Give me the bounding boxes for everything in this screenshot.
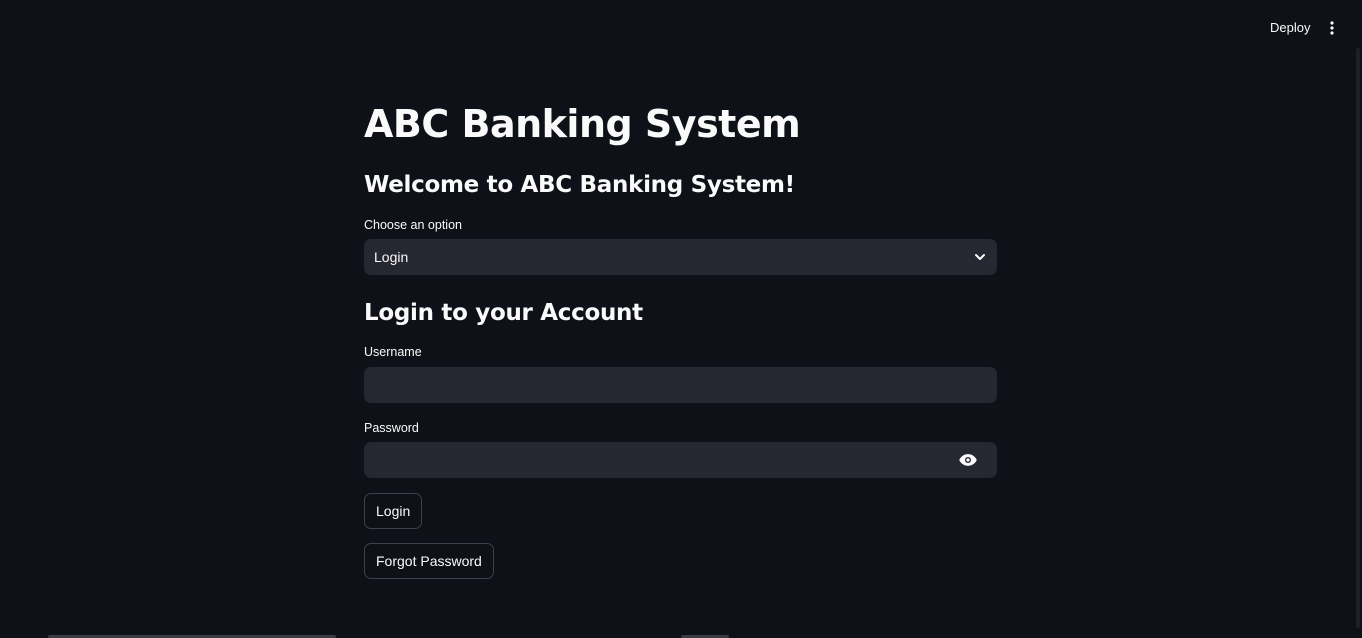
option-select-label: Choose an option bbox=[364, 218, 462, 232]
username-label: Username bbox=[364, 345, 422, 359]
option-select[interactable]: Login bbox=[364, 239, 997, 275]
app-header: Deploy bbox=[0, 0, 1362, 56]
chevron-down-icon bbox=[973, 250, 987, 264]
main-menu-button[interactable] bbox=[1320, 16, 1344, 40]
show-password-toggle[interactable] bbox=[954, 450, 982, 470]
option-select-value: Login bbox=[374, 249, 409, 265]
password-field[interactable] bbox=[364, 442, 997, 478]
app-root: Deploy ABC Banking System Welcome to ABC… bbox=[0, 0, 1362, 638]
eye-icon bbox=[959, 454, 977, 466]
page-title: ABC Banking System bbox=[364, 102, 801, 146]
welcome-heading: Welcome to ABC Banking System! bbox=[364, 172, 795, 198]
more-vertical-icon bbox=[1330, 21, 1334, 35]
login-section-title: Login to your Account bbox=[364, 300, 643, 326]
login-button[interactable]: Login bbox=[364, 493, 423, 529]
forgot-password-button[interactable]: Forgot Password bbox=[364, 543, 494, 579]
password-label: Password bbox=[364, 421, 419, 435]
vertical-scrollbar[interactable] bbox=[1356, 48, 1360, 628]
deploy-button[interactable]: Deploy bbox=[1260, 17, 1320, 39]
username-field[interactable] bbox=[364, 367, 997, 403]
